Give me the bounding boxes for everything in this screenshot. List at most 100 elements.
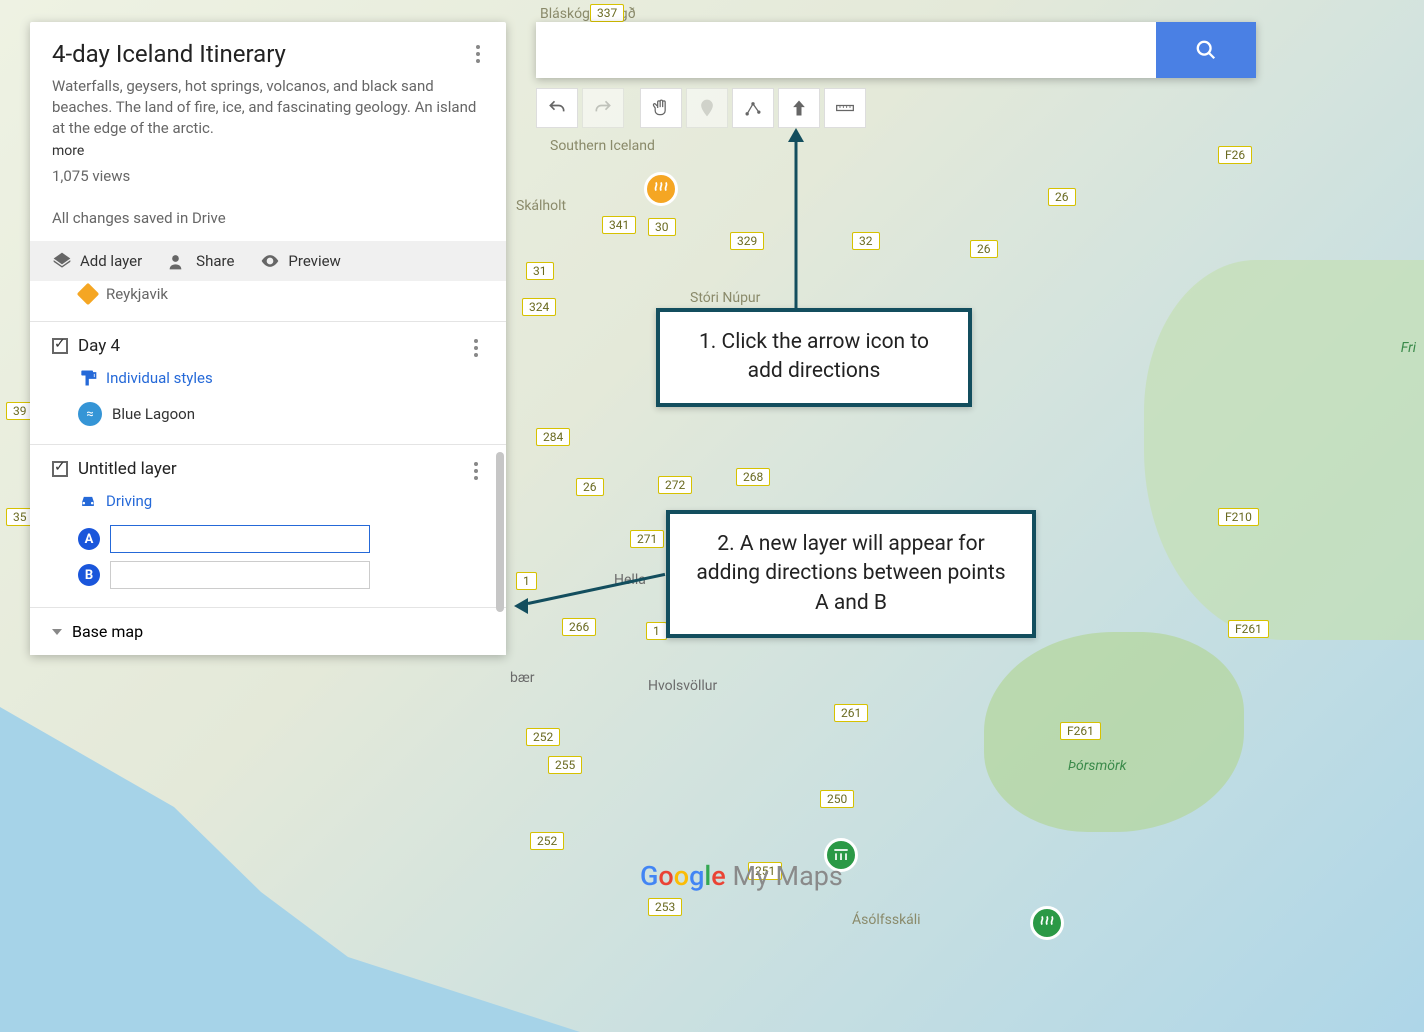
car-icon	[78, 491, 98, 511]
layer-directions: Untitled layer Driving A B	[30, 444, 506, 607]
add-marker-button[interactable]	[686, 88, 728, 128]
route-badge: 1	[646, 622, 667, 640]
draw-line-button[interactable]	[732, 88, 774, 128]
checkbox-checked-icon[interactable]	[52, 461, 68, 477]
save-status: All changes saved in Drive	[52, 209, 484, 227]
item-label: Blue Lagoon	[112, 405, 195, 423]
search-button[interactable]	[1156, 22, 1256, 78]
map-description: Waterfalls, geysers, hot springs, volcan…	[52, 76, 484, 139]
place-hvolsvollur: Hvolsvöllur	[648, 678, 717, 694]
route-badge: 253	[648, 898, 682, 916]
route-badge: 30	[648, 218, 676, 236]
route-badge: 255	[548, 756, 582, 774]
route-badge: 271	[630, 530, 664, 548]
point-a-badge: A	[78, 528, 100, 550]
callout-text: 2. A new layer will appear for adding di…	[696, 532, 1005, 615]
share-button[interactable]: Share	[168, 251, 234, 271]
place-asolfsskali: Ásólfsskáli	[852, 912, 921, 928]
direction-point-b: B	[78, 561, 484, 589]
point-b-badge: B	[78, 564, 100, 586]
map-options-menu[interactable]	[466, 42, 490, 66]
list-item[interactable]: ≈ Blue Lagoon	[78, 402, 484, 426]
route-badge: 272	[658, 476, 692, 494]
view-count: 1,075 views	[52, 167, 484, 185]
undo-button[interactable]	[536, 88, 578, 128]
list-item[interactable]: Reykjavik	[52, 285, 484, 303]
add-layer-button[interactable]: Add layer	[52, 251, 142, 271]
annotation-callout-2: 2. A new layer will appear for adding di…	[666, 510, 1036, 638]
route-badge: 26	[970, 240, 998, 258]
share-icon	[168, 251, 188, 271]
hand-icon	[651, 98, 671, 118]
route-badge: 284	[536, 428, 570, 446]
paint-roller-icon	[78, 368, 98, 388]
annotation-callout-1: 1. Click the arrow icon to add direction…	[656, 308, 972, 407]
chevron-down-icon	[52, 629, 62, 635]
more-link[interactable]: more	[52, 143, 84, 159]
individual-styles-link[interactable]: Individual styles	[78, 368, 484, 388]
place-southern-iceland: Southern Iceland	[550, 138, 655, 154]
route-badge: 26	[1048, 188, 1076, 206]
redo-icon	[593, 98, 613, 118]
search-input[interactable]	[536, 22, 1156, 78]
poi-hotspring-icon[interactable]	[644, 172, 678, 206]
layer-day4: Day 4 Individual styles ≈ Blue Lagoon	[30, 321, 506, 444]
route-badge: 250	[820, 790, 854, 808]
route-badge: 329	[730, 232, 764, 250]
route-badge: 252	[530, 832, 564, 850]
mode-label: Driving	[106, 492, 152, 510]
route-badge: F26	[1218, 146, 1252, 164]
place-thorsmork: Þórsmörk	[1068, 758, 1127, 774]
layers-icon	[52, 251, 72, 271]
scrollbar-thumb[interactable]	[496, 452, 504, 612]
base-map-toggle[interactable]: Base map	[30, 607, 506, 655]
redo-button[interactable]	[582, 88, 624, 128]
route-badge: 32	[852, 232, 880, 250]
layer-name[interactable]: Untitled layer	[78, 459, 484, 479]
place-baer: bær	[510, 670, 534, 686]
route-badge: 261	[834, 704, 868, 722]
item-label: Reykjavik	[106, 285, 168, 303]
route-badge: 252	[526, 728, 560, 746]
route-badge: 26	[576, 478, 604, 496]
point-a-input[interactable]	[110, 525, 370, 553]
preview-label: Preview	[288, 252, 340, 270]
ruler-icon	[835, 98, 855, 118]
preview-button[interactable]: Preview	[260, 251, 340, 271]
layer-name[interactable]: Day 4	[78, 336, 484, 356]
route-badge: 268	[736, 468, 770, 486]
panel-header: 4-day Iceland Itinerary Waterfalls, geys…	[30, 22, 506, 241]
layer-options-menu[interactable]	[464, 336, 488, 360]
route-badge: 266	[562, 618, 596, 636]
google-my-maps-logo: Google My Maps	[640, 860, 843, 892]
measure-button[interactable]	[824, 88, 866, 128]
place-skalholt: Skálholt	[516, 198, 566, 214]
map-editor-panel: 4-day Iceland Itinerary Waterfalls, geys…	[30, 22, 506, 655]
arrow-head-icon	[514, 598, 528, 614]
route-badge: F261	[1228, 620, 1269, 638]
directions-arrow-icon	[789, 98, 809, 118]
layers-list: Reykjavik Day 4 Individual styles ≈ Blue…	[30, 281, 506, 607]
poi-nature-icon[interactable]	[1030, 906, 1064, 940]
travel-mode-link[interactable]: Driving	[78, 491, 484, 511]
base-map-label: Base map	[72, 622, 143, 641]
pan-button[interactable]	[640, 88, 682, 128]
layer-toggle-row[interactable]: Untitled layer	[52, 459, 484, 479]
marker-icon	[77, 283, 100, 306]
route-badge: 337	[590, 4, 624, 22]
map-title[interactable]: 4-day Iceland Itinerary	[52, 40, 484, 68]
layer-toggle-row[interactable]: Day 4	[52, 336, 484, 356]
route-badge: 1	[516, 572, 537, 590]
polyline-icon	[743, 98, 763, 118]
route-badge: 341	[602, 216, 636, 234]
layer-options-menu[interactable]	[464, 459, 488, 483]
panel-toolbar: Add layer Share Preview	[30, 241, 506, 281]
checkbox-checked-icon[interactable]	[52, 338, 68, 354]
direction-point-a: A	[78, 525, 484, 553]
add-layer-label: Add layer	[80, 252, 142, 270]
point-b-input[interactable]	[110, 561, 370, 589]
route-badge: F261	[1060, 722, 1101, 740]
undo-icon	[547, 98, 567, 118]
add-directions-button[interactable]	[778, 88, 820, 128]
layer-partial: Reykjavik	[30, 281, 506, 321]
